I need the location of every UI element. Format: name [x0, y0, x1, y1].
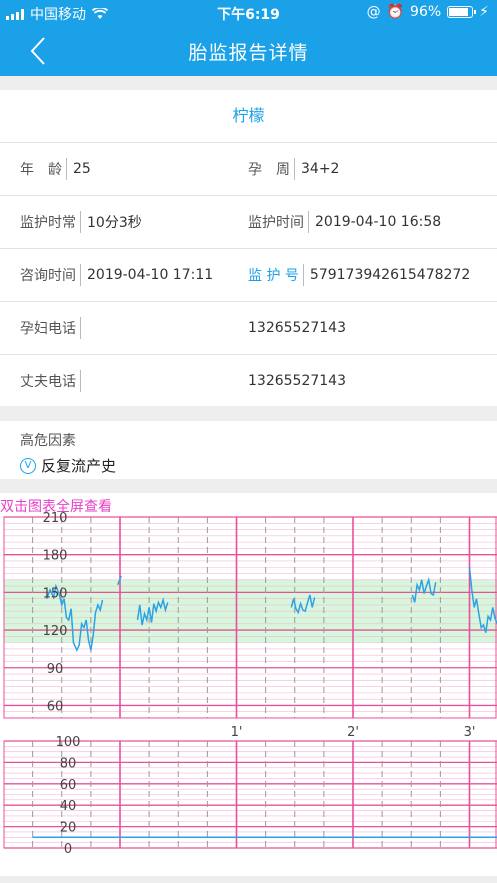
field-label: 年 龄: [20, 162, 62, 178]
risk-factors-card: 高危因素 V 反复流产史: [0, 421, 497, 479]
divider: [80, 317, 81, 339]
field-value: 2019-04-10 16:58: [315, 214, 442, 230]
divider: [302, 264, 304, 286]
info-left: 丈夫电话: [20, 355, 87, 407]
fhr-panel: 21018015012090601'2'3'4': [3, 511, 497, 740]
field-label: 监 护 号: [248, 268, 299, 284]
y-tick-label: 120: [43, 624, 68, 639]
field-label: 监护时常: [20, 215, 76, 231]
field-value: 579173942615478272: [309, 267, 471, 283]
y-tick-label: 60: [47, 699, 64, 714]
y-tick-label: 150: [43, 586, 68, 601]
orientation-lock-icon: @: [366, 4, 381, 20]
y-tick-label: 20: [60, 821, 77, 836]
field-value: 2019-04-10 17:11: [87, 267, 214, 283]
info-right: 13265527143: [248, 302, 346, 354]
y-tick-label: 0: [64, 842, 72, 857]
info-left: 年 龄 25: [20, 143, 91, 195]
field-value: 25: [73, 161, 91, 177]
info-right: 监 护 号 579173942615478272: [248, 249, 470, 301]
charging-icon: ⚡: [479, 4, 489, 20]
field-label: 孕妇电话: [20, 321, 76, 337]
divider: [80, 211, 81, 233]
y-tick-label: 90: [47, 662, 64, 677]
page-title: 胎监报告详情: [188, 42, 309, 64]
info-row: 孕妇电话 13265527143: [0, 302, 497, 355]
risk-title: 高危因素: [20, 433, 76, 449]
y-tick-label: 80: [60, 756, 77, 771]
info-right: 13265527143: [248, 355, 346, 407]
divider: [66, 158, 67, 180]
check-circle-icon: V: [20, 457, 36, 474]
y-tick-label: 100: [56, 735, 81, 750]
alarm-icon: ⏰: [386, 4, 405, 20]
chart-svg[interactable]: 21018015012090601'2'3'4'100806040200: [0, 493, 497, 876]
y-tick-label: 180: [43, 549, 68, 564]
info-row: 咨询时间 2019-04-10 17:11 监 护 号 579173942615478…: [0, 249, 497, 302]
divider: [294, 158, 295, 180]
divider: [80, 370, 81, 392]
field-label: 孕 周: [248, 162, 290, 178]
divider: [308, 211, 309, 233]
info-right: 监护时间 2019-04-10 16:58: [248, 196, 441, 248]
x-tick-label: 1': [231, 725, 243, 740]
y-tick-label: 60: [60, 778, 77, 793]
field-value: 34+2: [301, 161, 340, 177]
risk-item: V 反复流产史: [20, 455, 116, 476]
info-left: 监护时常 10分3秒: [20, 196, 142, 248]
divider: [80, 264, 81, 286]
y-tick-label: 40: [60, 799, 77, 814]
x-tick-label: 3': [464, 725, 476, 740]
x-tick-label: 2': [347, 725, 359, 740]
field-label: 丈夫电话: [20, 374, 76, 390]
field-label: 咨询时间: [20, 268, 76, 284]
field-value: 10分3秒: [87, 215, 142, 231]
battery-percent: 96%: [410, 4, 442, 20]
info-row: 丈夫电话 13265527143: [0, 355, 497, 407]
info-row: 年 龄 25 孕 周 34+2: [0, 143, 497, 196]
info-right: 孕 周 34+2: [248, 143, 339, 195]
nav-bar: 胎监报告详情: [0, 24, 497, 76]
fullscreen-hint[interactable]: 双击图表全屏查看: [0, 496, 112, 516]
uc-panel: 100 80 60 40 20 0: [3, 735, 497, 857]
patient-name: 柠檬: [0, 90, 497, 143]
risk-item-label: 反复流产史: [41, 457, 117, 475]
info-left: 咨询时间 2019-04-10 17:11: [20, 249, 213, 301]
battery-icon: [447, 6, 477, 18]
info-left: 孕妇电话: [20, 302, 87, 354]
fetal-monitor-chart[interactable]: 21018015012090601'2'3'4'100806040200 双击图…: [0, 493, 497, 876]
field-value: 13265527143: [248, 373, 346, 389]
field-value: 13265527143: [248, 320, 346, 336]
info-row: 监护时常 10分3秒 监护时间 2019-04-10 16:58: [0, 196, 497, 249]
field-label: 监护时间: [248, 215, 304, 231]
status-right: @ ⏰ 96% ⚡: [367, 4, 489, 20]
battery-level: [449, 8, 469, 16]
patient-info-card: 柠檬 年 龄 25 孕 周 34+2 监护时常 10分3秒 监护时间 2019-04-10 1…: [0, 90, 497, 406]
status-bar: 中国移动 下午6:19 @ ⏰ 96% ⚡: [0, 0, 497, 24]
